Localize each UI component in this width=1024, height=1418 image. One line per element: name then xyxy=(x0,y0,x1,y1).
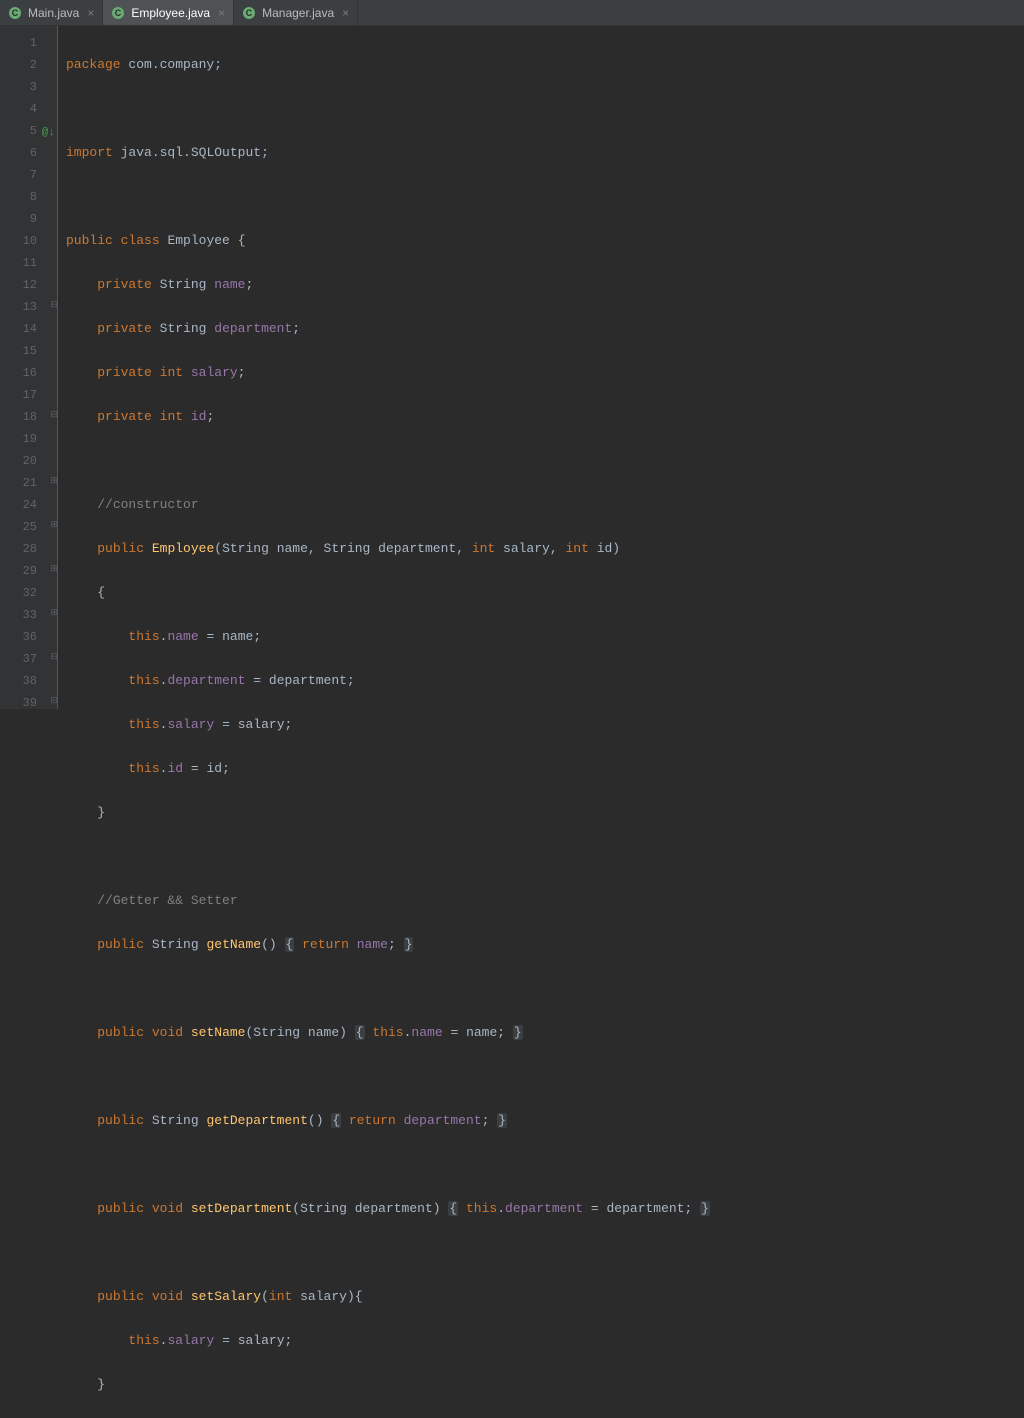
line-number[interactable]: 24 xyxy=(0,494,57,516)
line-number[interactable]: 10 xyxy=(0,230,57,252)
line-number[interactable]: 3 xyxy=(0,76,57,98)
line-number[interactable]: 5@↓ xyxy=(0,120,57,142)
line-number[interactable]: 39⊟ xyxy=(0,692,57,714)
code-line: import java.sql.SQLOutput; xyxy=(66,142,1024,164)
line-number[interactable]: 14 xyxy=(0,318,57,340)
line-number[interactable]: 25⊞ xyxy=(0,516,57,538)
code-line xyxy=(66,1066,1024,1088)
fold-icon[interactable]: ⊞ xyxy=(50,477,58,486)
fold-icon[interactable]: ⊟ xyxy=(50,301,58,310)
code-line: this.salary = salary; xyxy=(66,1330,1024,1352)
close-icon[interactable]: × xyxy=(87,6,94,20)
svg-text:C: C xyxy=(12,8,19,18)
line-number[interactable]: 28 xyxy=(0,538,57,560)
code-line: public Employee(String name, String depa… xyxy=(66,538,1024,560)
line-number[interactable]: 15 xyxy=(0,340,57,362)
override-marker-icon[interactable]: @↓ xyxy=(42,122,55,144)
tab-main[interactable]: C Main.java × xyxy=(0,0,103,25)
line-number[interactable]: 33⊞ xyxy=(0,604,57,626)
code-line: private String department; xyxy=(66,318,1024,340)
code-line: public void setName(String name) { this.… xyxy=(66,1022,1024,1044)
line-number[interactable]: 38 xyxy=(0,670,57,692)
code-line xyxy=(66,450,1024,472)
code-line xyxy=(66,186,1024,208)
code-line: package com.company; xyxy=(66,54,1024,76)
code-line xyxy=(66,1154,1024,1176)
code-line xyxy=(66,1242,1024,1264)
tab-manager[interactable]: C Manager.java × xyxy=(234,0,358,25)
line-number[interactable]: 17 xyxy=(0,384,57,406)
line-number[interactable]: 1 xyxy=(0,32,57,54)
fold-icon[interactable]: ⊞ xyxy=(50,565,58,574)
code-line: { xyxy=(66,582,1024,604)
code-line xyxy=(66,846,1024,868)
line-number[interactable]: 29⊞ xyxy=(0,560,57,582)
tab-label: Employee.java xyxy=(131,6,210,20)
line-number[interactable]: 6 xyxy=(0,142,57,164)
code-line: this.id = id; xyxy=(66,758,1024,780)
code-line: public String getDepartment() { return d… xyxy=(66,1110,1024,1132)
line-number[interactable]: 36 xyxy=(0,626,57,648)
code-area[interactable]: package com.company; import java.sql.SQL… xyxy=(57,26,1024,709)
code-line: public void setSalary(int salary){ xyxy=(66,1286,1024,1308)
java-class-icon: C xyxy=(242,6,256,20)
code-line: private int id; xyxy=(66,406,1024,428)
code-line: this.salary = salary; xyxy=(66,714,1024,736)
line-number[interactable]: 16 xyxy=(0,362,57,384)
tab-bar: C Main.java × C Employee.java × C Manage… xyxy=(0,0,1024,26)
code-line: private String name; xyxy=(66,274,1024,296)
line-number[interactable]: 13⊟ xyxy=(0,296,57,318)
code-line: this.name = name; xyxy=(66,626,1024,648)
line-number[interactable]: 21⊞ xyxy=(0,472,57,494)
tab-employee[interactable]: C Employee.java × xyxy=(103,0,234,25)
code-line xyxy=(66,978,1024,1000)
line-number[interactable]: 12 xyxy=(0,274,57,296)
code-line: public String getName() { return name; } xyxy=(66,934,1024,956)
svg-text:C: C xyxy=(115,8,122,18)
tab-label: Main.java xyxy=(28,6,79,20)
code-line xyxy=(66,98,1024,120)
svg-text:C: C xyxy=(246,8,253,18)
line-number[interactable]: 32 xyxy=(0,582,57,604)
line-number[interactable]: 9 xyxy=(0,208,57,230)
fold-icon[interactable]: ⊞ xyxy=(50,521,58,530)
editor: 1 2 3 4 5@↓ 6 7 8 9 10 11 12 13⊟ 14 15 1… xyxy=(0,26,1024,709)
close-icon[interactable]: × xyxy=(218,6,225,20)
gutter[interactable]: 1 2 3 4 5@↓ 6 7 8 9 10 11 12 13⊟ 14 15 1… xyxy=(0,26,58,709)
line-number[interactable]: 4 xyxy=(0,98,57,120)
line-number[interactable]: 20 xyxy=(0,450,57,472)
java-class-icon: C xyxy=(111,6,125,20)
code-line: } xyxy=(66,1374,1024,1396)
code-line: //Getter && Setter xyxy=(66,890,1024,912)
fold-icon[interactable]: ⊟ xyxy=(50,653,58,662)
fold-icon[interactable]: ⊞ xyxy=(50,609,58,618)
line-number[interactable]: 7 xyxy=(0,164,57,186)
code-line: } xyxy=(66,802,1024,824)
java-class-icon: C xyxy=(8,6,22,20)
tab-label: Manager.java xyxy=(262,6,334,20)
fold-icon[interactable]: ⊟ xyxy=(50,411,58,420)
code-line: public void setDepartment(String departm… xyxy=(66,1198,1024,1220)
fold-icon[interactable]: ⊟ xyxy=(50,697,58,706)
line-number[interactable]: 18⊟ xyxy=(0,406,57,428)
code-line: this.department = department; xyxy=(66,670,1024,692)
line-number[interactable]: 37⊟ xyxy=(0,648,57,670)
line-number[interactable]: 19 xyxy=(0,428,57,450)
code-line: public class Employee { xyxy=(66,230,1024,252)
line-number[interactable]: 8 xyxy=(0,186,57,208)
code-line: //constructor xyxy=(66,494,1024,516)
close-icon[interactable]: × xyxy=(342,6,349,20)
line-number[interactable]: 2 xyxy=(0,54,57,76)
code-line: private int salary; xyxy=(66,362,1024,384)
line-number[interactable]: 11 xyxy=(0,252,57,274)
